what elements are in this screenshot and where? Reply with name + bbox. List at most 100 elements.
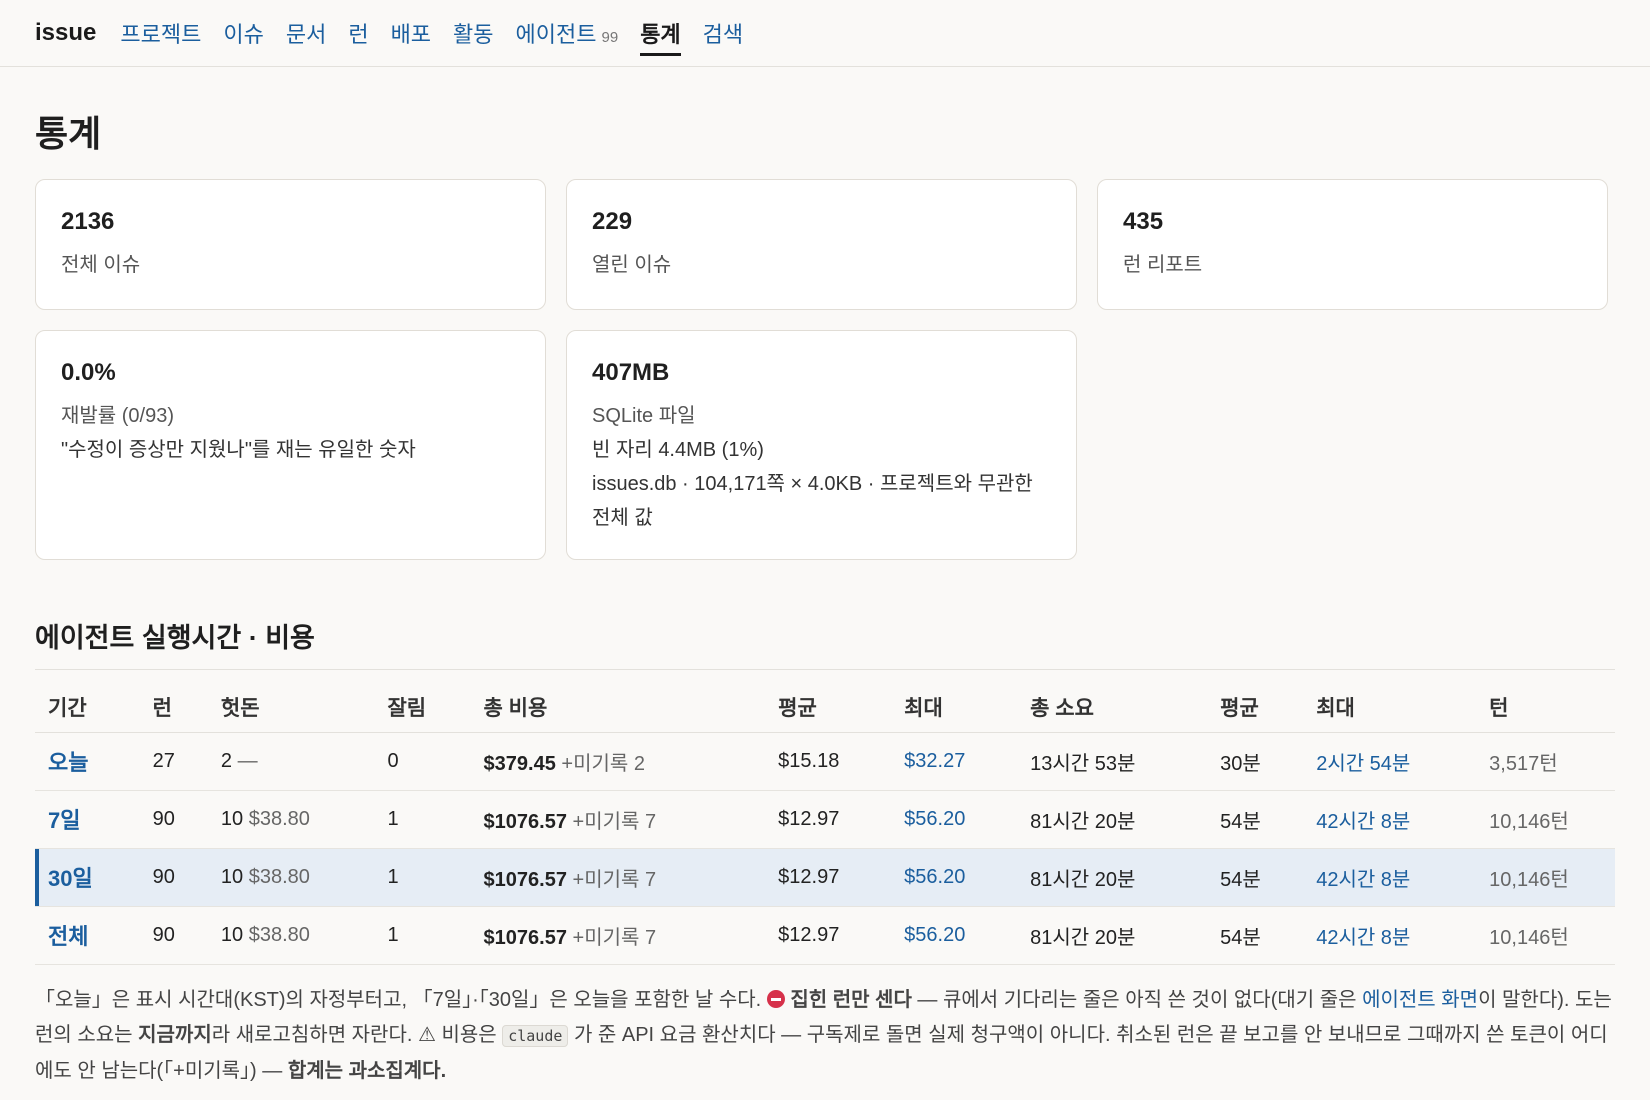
footnote-text: — 큐에서 기다리는 줄은 아직 쓴 것이 없다(대기 줄은 — [911, 988, 1363, 1011]
nav-badge: 99 — [601, 29, 619, 46]
max-cost-link[interactable]: $32.27 — [904, 750, 965, 772]
total-time-cell: 81시간 20분 — [1017, 790, 1208, 849]
waste-cost: $38.80 — [248, 865, 310, 888]
nav-item-label: 통계 — [640, 22, 681, 47]
avg-time: 54분 — [1220, 926, 1261, 949]
table-row: 7일 90 10 $38.80 1 $1076.57 +미기록 7 $12.97 $56.2… — [35, 790, 1615, 849]
period-link[interactable]: 30일 — [48, 866, 93, 891]
total-time: 81시간 20분 — [1030, 810, 1136, 833]
waste-cost: — — [237, 749, 258, 772]
nav-item-4[interactable]: 배포 — [391, 11, 431, 55]
stat-label: 전체 값 — [592, 507, 653, 529]
avg-time-cell: 54분 — [1207, 790, 1304, 849]
total-cost: $1076.57 — [483, 868, 567, 891]
stat-label: 재발률 (0/93) — [61, 405, 175, 427]
max-time-link[interactable]: 42시간 8분 — [1316, 869, 1410, 891]
max-time-link[interactable]: 2시간 54분 — [1316, 753, 1410, 775]
avg-time: 30분 — [1220, 752, 1261, 775]
nav-item-6[interactable]: 에이전트 99 — [516, 11, 619, 55]
stat-label: "수정이 증상만 지웠나"를 재는 유일한 숫자 — [61, 439, 416, 461]
table-row: 전체 90 10 $38.80 1 $1076.57 +미기록 7 $12.97 $56.2… — [35, 906, 1615, 965]
cut-value: 1 — [387, 923, 399, 946]
turns-cell: 10,146턴 — [1476, 848, 1615, 907]
total-time-cell: 13시간 53분 — [1017, 732, 1208, 791]
unrecorded-count: +미기록 7 — [572, 926, 657, 949]
max-cost-link[interactable]: $56.20 — [904, 808, 965, 830]
nav-item-8[interactable]: 검색 — [703, 11, 743, 55]
stat-value: 229 — [592, 208, 633, 235]
page-title: 통계 — [35, 113, 102, 154]
avg-cost-cell: $12.97 — [765, 906, 892, 965]
stat-label: SQLite 파일 — [592, 405, 696, 427]
avg-cost: $12.97 — [778, 807, 840, 830]
total-cost: $1076.57 — [483, 926, 567, 949]
turns-cell: 10,146턴 — [1476, 906, 1615, 965]
waste-count: 10 — [220, 865, 244, 888]
runs-value: 90 — [152, 807, 175, 830]
table-header-row: 기간 런 헛돈 잘림 총 비용 평균 최대 총 소요 평균 최대 턴 — [35, 682, 1615, 733]
column-header: 런 — [139, 682, 208, 733]
top-nav: issue 프로젝트 이슈 문서 런 배포 활동 에이전트 99 통계 검색 — [0, 0, 1650, 67]
period-cell: 30일 — [35, 848, 140, 907]
stat-cards: 2136 전체 이슈 229 열린 이슈 435 런 리포트 0.0% 재발률 (0/93) "… — [35, 179, 1615, 560]
max-time-cell: 42시간 8분 — [1303, 906, 1477, 965]
stop-icon — [766, 989, 785, 1008]
max-cost-link[interactable]: $56.20 — [904, 924, 965, 946]
unrecorded-count: +미기록 7 — [572, 810, 657, 833]
stat-value: 2136 — [61, 208, 115, 235]
agent-screen-link[interactable]: 에이전트 화면 — [1362, 989, 1478, 1011]
total-cost: $379.45 — [483, 752, 556, 775]
total-cost-cell: $379.45 +미기록 2 — [470, 732, 766, 791]
nav-item-1[interactable]: 이슈 — [223, 11, 263, 55]
max-cost-cell: $56.20 — [891, 790, 1018, 849]
period-link[interactable]: 오늘 — [48, 750, 88, 775]
nav-item-2[interactable]: 문서 — [286, 11, 326, 55]
turns-value: 10,146턴 — [1489, 868, 1569, 891]
cut-cell: 0 — [374, 732, 471, 791]
period-link[interactable]: 7일 — [48, 808, 80, 833]
column-header: 총 소요 — [1017, 682, 1208, 733]
stat-card: 2136 전체 이슈 — [35, 179, 546, 310]
stat-label: issues.db · 104,171쪽 × 4.0KB · 프로젝트와 무관한 — [592, 473, 1033, 495]
nav-item-7[interactable]: 통계 — [640, 11, 682, 56]
nav-item-5[interactable]: 활동 — [453, 11, 493, 55]
max-time-link[interactable]: 42시간 8분 — [1316, 811, 1410, 833]
total-time-cell: 81시간 20분 — [1017, 906, 1208, 965]
column-header: 평균 — [1207, 682, 1304, 733]
nav-item-3[interactable]: 런 — [348, 11, 368, 55]
runs-cell: 90 — [139, 906, 208, 965]
runs-cell: 90 — [139, 848, 208, 907]
avg-time-cell: 54분 — [1207, 906, 1304, 965]
table-row: 30일 90 10 $38.80 1 $1076.57 +미기록 7 $12.97 $56.… — [35, 848, 1615, 907]
max-cost-cell: $56.20 — [891, 848, 1018, 907]
footnote-bold: 합계는 과소집계다. — [287, 1059, 447, 1082]
avg-cost-cell: $15.18 — [765, 732, 892, 791]
brand-link[interactable]: issue — [35, 19, 96, 47]
section-title: 에이전트 실행시간 · 비용 — [35, 616, 1615, 670]
avg-cost: $12.97 — [778, 923, 840, 946]
column-header: 최대 — [891, 682, 1018, 733]
unrecorded-count: +미기록 2 — [561, 752, 645, 775]
stat-card: 407MB SQLite 파일 빈 자리 4.4MB (1%) issues.db ·… — [566, 330, 1077, 560]
nav-item-0[interactable]: 프로젝트 — [120, 11, 201, 55]
period-link[interactable]: 전체 — [48, 924, 88, 949]
period-cell: 7일 — [35, 790, 140, 849]
column-header: 총 비용 — [470, 682, 766, 733]
total-cost: $1076.57 — [483, 810, 567, 833]
period-cell: 오늘 — [35, 732, 140, 791]
turns-value: 10,146턴 — [1489, 926, 1569, 949]
waste-cell: 10 $38.80 — [207, 906, 375, 965]
column-header: 평균 — [765, 682, 892, 733]
avg-cost: $12.97 — [778, 865, 840, 888]
waste-cost: $38.80 — [248, 807, 310, 830]
stat-card: 229 열린 이슈 — [566, 179, 1077, 310]
waste-count: 10 — [220, 923, 244, 946]
avg-time-cell: 30분 — [1207, 732, 1304, 791]
column-header: 최대 — [1303, 682, 1477, 733]
stat-value: 407MB — [592, 359, 670, 386]
cut-cell: 1 — [374, 848, 471, 907]
avg-cost-cell: $12.97 — [765, 790, 892, 849]
max-time-link[interactable]: 42시간 8분 — [1316, 927, 1410, 949]
max-cost-link[interactable]: $56.20 — [904, 866, 965, 888]
total-time: 81시간 20분 — [1030, 926, 1136, 949]
